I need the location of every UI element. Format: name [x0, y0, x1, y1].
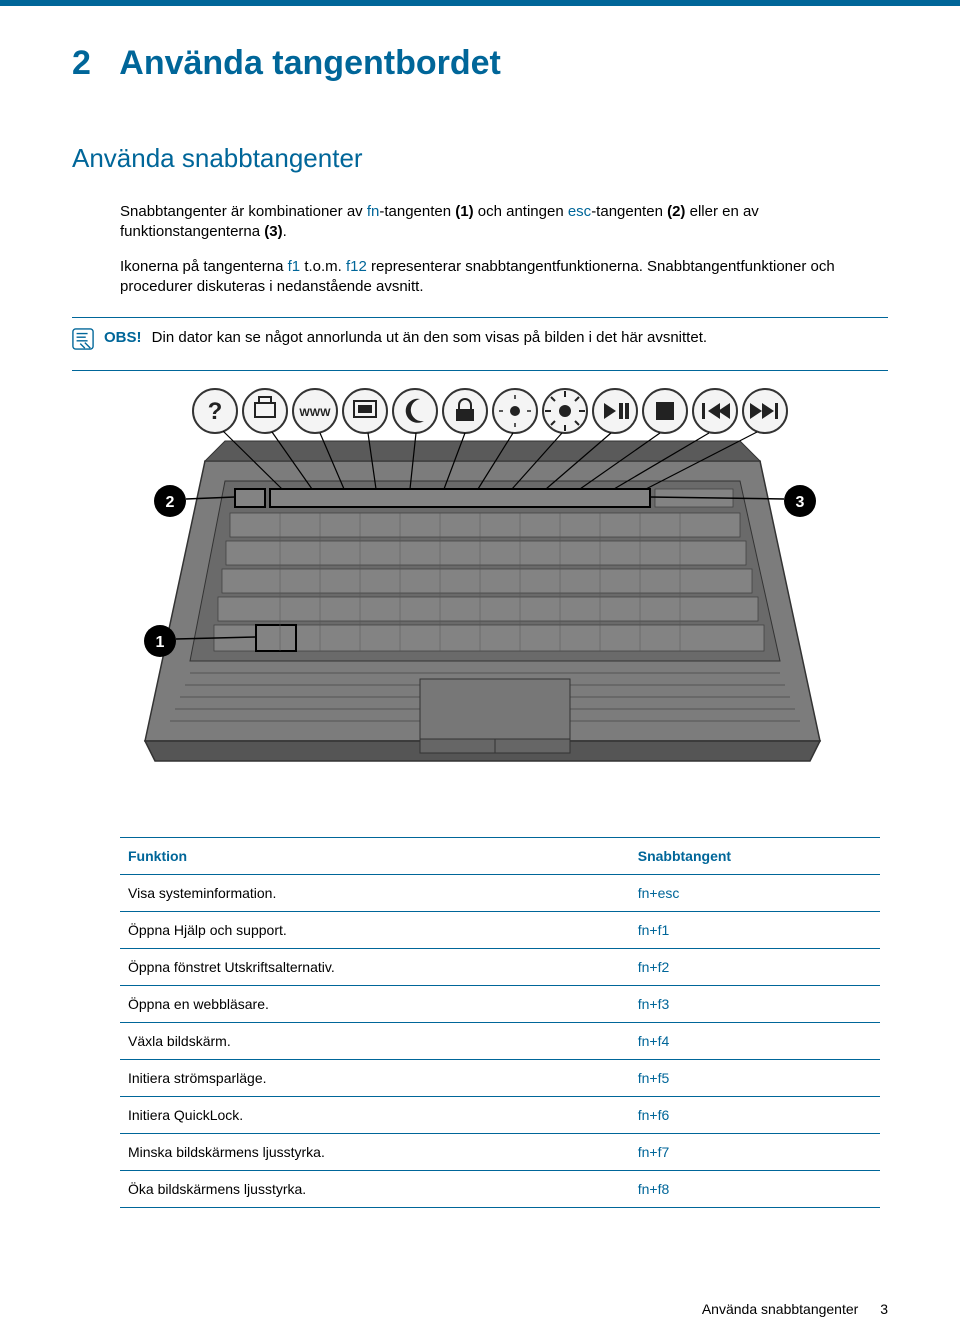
cell-function: Visa systeminformation. [120, 875, 630, 912]
p1-text-f: . [283, 223, 287, 240]
cell-hotkey: fn+f8 [630, 1171, 880, 1208]
page-content: 2 Använda tangentbordet Använda snabbtan… [0, 6, 960, 1208]
p1-ref-1: (1) [455, 203, 473, 220]
cell-hotkey: fn+f2 [630, 949, 880, 986]
table-header-function: Funktion [120, 838, 630, 875]
table-row: Visa systeminformation.fn+esc [120, 875, 880, 912]
chapter-heading: 2 Använda tangentbordet [72, 44, 888, 83]
cell-function: Initiera QuickLock. [120, 1097, 630, 1134]
note-icon [72, 328, 94, 350]
p1-text-d: -tangenten [591, 203, 667, 220]
table-row: Initiera QuickLock.fn+f6 [120, 1097, 880, 1134]
cell-function: Initiera strömsparläge. [120, 1060, 630, 1097]
p1-ref-2: (2) [667, 203, 685, 220]
icon-bubble-row: ? WWW [193, 389, 787, 433]
cell-hotkey: fn+f4 [630, 1023, 880, 1060]
page-footer: Använda snabbtangenter 3 [702, 1301, 888, 1317]
table-row: Växla bildskärm.fn+f4 [120, 1023, 880, 1060]
cell-function: Öppna Hjälp och support. [120, 912, 630, 949]
table-row: Öppna fönstret Utskriftsalternativ.fn+f2 [120, 949, 880, 986]
cell-function: Öppna en webbläsare. [120, 986, 630, 1023]
callout-2: 2 [166, 494, 175, 511]
p1-text-b: -tangenten [379, 203, 455, 220]
cell-hotkey: fn+esc [630, 875, 880, 912]
hotkey-table: Funktion Snabbtangent Visa systeminforma… [120, 837, 880, 1208]
table-row: Öka bildskärmens ljusstyrka.fn+f8 [120, 1171, 880, 1208]
cell-hotkey: fn+f1 [630, 912, 880, 949]
chapter-title: Använda tangentbordet [119, 44, 501, 82]
table-row: Öppna en webbläsare.fn+f3 [120, 986, 880, 1023]
cell-function: Öppna fönstret Utskriftsalternativ. [120, 949, 630, 986]
section-heading: Använda snabbtangenter [72, 143, 888, 174]
p1-text-a: Snabbtangenter är kombinationer av [120, 203, 367, 220]
p2-f1-key: f1 [288, 258, 301, 275]
footer-section-title: Använda snabbtangenter [702, 1301, 858, 1317]
p2-f12-key: f12 [346, 258, 367, 275]
table-row: Initiera strömsparläge.fn+f5 [120, 1060, 880, 1097]
p2-text-b: t.o.m. [300, 258, 346, 275]
note-top-rule [72, 317, 888, 318]
p1-esc-key: esc [568, 203, 591, 220]
svg-text:WWW: WWW [299, 407, 331, 419]
cell-function: Öka bildskärmens ljusstyrka. [120, 1171, 630, 1208]
cell-hotkey: fn+f6 [630, 1097, 880, 1134]
note-text-container: OBS! Din dator kan se något annorlunda u… [104, 328, 707, 348]
cell-function: Minska bildskärmens ljusstyrka. [120, 1134, 630, 1171]
table-row: Öppna Hjälp och support.fn+f1 [120, 912, 880, 949]
keyboard-diagram: ? WWW [120, 381, 888, 801]
footer-page-number: 3 [880, 1301, 888, 1317]
p1-text-c: och antingen [474, 203, 568, 220]
note-label: OBS! [104, 329, 142, 346]
chapter-number: 2 [72, 44, 91, 82]
table-header-hotkey: Snabbtangent [630, 838, 880, 875]
note-bottom-rule [72, 370, 888, 371]
cell-function: Växla bildskärm. [120, 1023, 630, 1060]
svg-text:?: ? [208, 398, 223, 425]
p2-text-a: Ikonerna på tangenterna [120, 258, 288, 275]
note-body: Din dator kan se något annorlunda ut än … [152, 329, 707, 346]
table-row: Minska bildskärmens ljusstyrka.fn+f7 [120, 1134, 880, 1171]
note-row: OBS! Din dator kan se något annorlunda u… [72, 328, 888, 350]
p1-ref-3: (3) [264, 223, 282, 240]
cell-hotkey: fn+f5 [630, 1060, 880, 1097]
callout-3: 3 [796, 494, 805, 511]
body-paragraph-1: Snabbtangenter är kombinationer av fn-ta… [120, 202, 888, 297]
cell-hotkey: fn+f7 [630, 1134, 880, 1171]
callout-1: 1 [156, 634, 165, 651]
p1-fn-key: fn [367, 203, 380, 220]
cell-hotkey: fn+f3 [630, 986, 880, 1023]
